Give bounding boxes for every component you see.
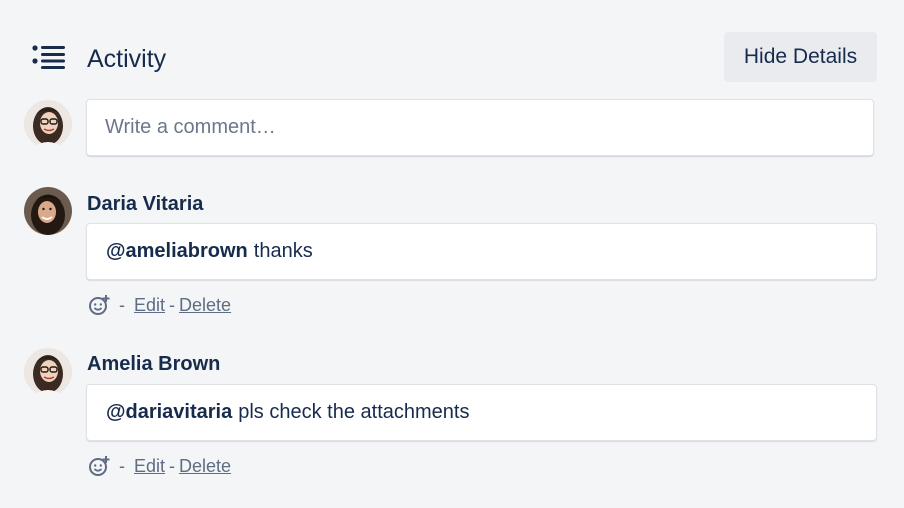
comment-text: pls check the attachments (238, 401, 470, 423)
mention[interactable]: @ameliabrown (106, 240, 248, 263)
add-reaction-icon[interactable] (88, 455, 110, 477)
separator: - (119, 294, 125, 315)
page-title: Activity (87, 45, 167, 73)
list-icon (32, 45, 65, 69)
comment-input[interactable] (86, 99, 874, 156)
comment-actions: - Edit - Delete (88, 454, 231, 478)
separator: - (169, 294, 176, 315)
comment-author: Daria Vitaria (87, 193, 204, 215)
comment-body: @ameliabrown thanks (86, 223, 877, 280)
current-user-avatar (24, 100, 72, 148)
mention[interactable]: @dariavitaria (106, 401, 232, 424)
comment-text: thanks (253, 240, 313, 262)
separator: - (169, 455, 176, 476)
avatar (24, 348, 72, 396)
edit-link[interactable]: Edit (134, 295, 165, 316)
delete-link[interactable]: Delete (179, 295, 231, 316)
avatar (24, 187, 72, 235)
activity-header: Activity Hide Details (0, 0, 904, 100)
comment-body: @dariavitaria pls check the attachments (86, 384, 877, 441)
hide-details-button[interactable]: Hide Details (724, 32, 877, 82)
separator: - (119, 455, 125, 476)
add-reaction-icon[interactable] (88, 294, 110, 316)
comment-author: Amelia Brown (87, 353, 221, 375)
comment-actions: - Edit - Delete (88, 293, 231, 317)
delete-link[interactable]: Delete (179, 456, 231, 477)
edit-link[interactable]: Edit (134, 456, 165, 477)
